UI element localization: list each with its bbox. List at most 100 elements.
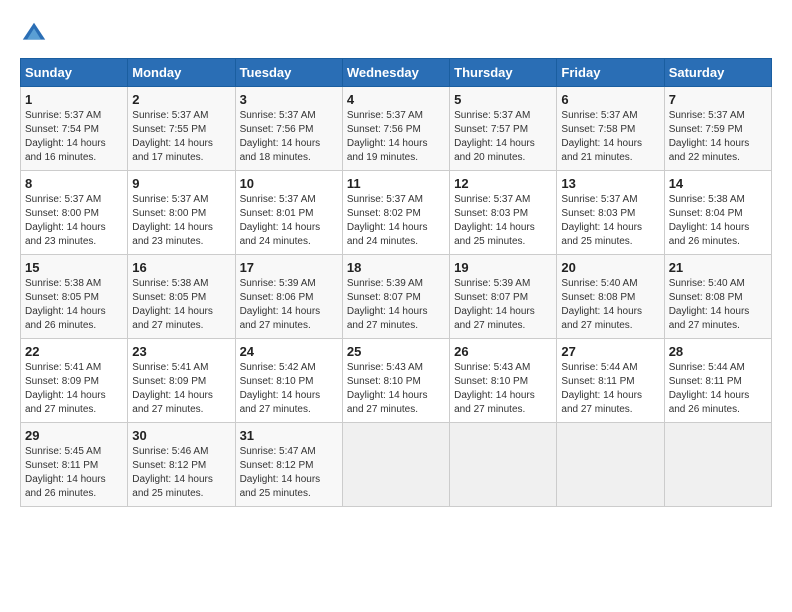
day-cell: 12 Sunrise: 5:37 AM Sunset: 8:03 PM Dayli… [450, 171, 557, 255]
day-cell: 3 Sunrise: 5:37 AM Sunset: 7:56 PM Daylig… [235, 87, 342, 171]
day-number: 23 [132, 344, 230, 359]
day-number: 26 [454, 344, 552, 359]
header-cell-thursday: Thursday [450, 59, 557, 87]
day-cell: 22Sunrise: 5:41 AM Sunset: 8:09 PM Dayli… [21, 339, 128, 423]
week-row-1: 1Sunrise: 5:37 AM Sunset: 7:54 PM Daylig… [21, 87, 772, 171]
day-number: 17 [240, 260, 338, 275]
day-cell: 24Sunrise: 5:42 AM Sunset: 8:10 PM Dayli… [235, 339, 342, 423]
week-row-2: 8 Sunrise: 5:37 AM Sunset: 8:00 PM Daylig… [21, 171, 772, 255]
day-info: Sunrise: 5:39 AM Sunset: 8:07 PM Dayligh… [347, 277, 445, 333]
logo [20, 20, 52, 48]
day-cell: 23Sunrise: 5:41 AM Sunset: 8:09 PM Dayli… [128, 339, 235, 423]
day-info: Sunrise: 5:37 AM Sunset: 7:56 PM Dayligh… [347, 109, 445, 165]
header-cell-monday: Monday [128, 59, 235, 87]
day-number: 28 [669, 344, 767, 359]
day-info: Sunrise: 5:37 AM Sunset: 7:56 PM Dayligh… [240, 109, 338, 165]
day-cell: 1Sunrise: 5:37 AM Sunset: 7:54 PM Daylig… [21, 87, 128, 171]
day-cell: 10Sunrise: 5:37 AM Sunset: 8:01 PM Dayli… [235, 171, 342, 255]
day-cell: 13 Sunrise: 5:37 AM Sunset: 8:03 PM Dayli… [557, 171, 664, 255]
day-number: 5 [454, 92, 552, 107]
day-cell: 14 Sunrise: 5:38 AM Sunset: 8:04 PM Dayli… [664, 171, 771, 255]
week-row-3: 15 Sunrise: 5:38 AM Sunset: 8:05 PM Dayli… [21, 255, 772, 339]
day-info: Sunrise: 5:38 AM Sunset: 8:05 PM Dayligh… [25, 277, 123, 333]
day-number: 21 [669, 260, 767, 275]
page-header [20, 20, 772, 48]
day-number: 3 [240, 92, 338, 107]
day-cell: 20 Sunrise: 5:40 AM Sunset: 8:08 PM Dayli… [557, 255, 664, 339]
day-info: Sunrise: 5:45 AM Sunset: 8:11 PM Dayligh… [25, 445, 123, 501]
week-row-4: 22Sunrise: 5:41 AM Sunset: 8:09 PM Dayli… [21, 339, 772, 423]
day-info: Sunrise: 5:38 AM Sunset: 8:05 PM Dayligh… [132, 277, 230, 333]
day-info: Sunrise: 5:41 AM Sunset: 8:09 PM Dayligh… [25, 361, 123, 417]
header-cell-sunday: Sunday [21, 59, 128, 87]
day-number: 8 [25, 176, 123, 191]
day-info: Sunrise: 5:43 AM Sunset: 8:10 PM Dayligh… [347, 361, 445, 417]
day-info: Sunrise: 5:37 AM Sunset: 8:00 PM Dayligh… [132, 193, 230, 249]
day-info: Sunrise: 5:37 AM Sunset: 8:02 PM Dayligh… [347, 193, 445, 249]
day-info: Sunrise: 5:39 AM Sunset: 8:07 PM Dayligh… [454, 277, 552, 333]
day-number: 7 [669, 92, 767, 107]
day-cell: 19 Sunrise: 5:39 AM Sunset: 8:07 PM Dayli… [450, 255, 557, 339]
day-info: Sunrise: 5:40 AM Sunset: 8:08 PM Dayligh… [669, 277, 767, 333]
day-number: 6 [561, 92, 659, 107]
day-cell: 25Sunrise: 5:43 AM Sunset: 8:10 PM Dayli… [342, 339, 449, 423]
day-number: 29 [25, 428, 123, 443]
logo-icon [20, 20, 48, 48]
day-info: Sunrise: 5:46 AM Sunset: 8:12 PM Dayligh… [132, 445, 230, 501]
day-number: 20 [561, 260, 659, 275]
day-cell: 5 Sunrise: 5:37 AM Sunset: 7:57 PM Daylig… [450, 87, 557, 171]
day-number: 12 [454, 176, 552, 191]
day-number: 18 [347, 260, 445, 275]
day-cell: 16 Sunrise: 5:38 AM Sunset: 8:05 PM Dayli… [128, 255, 235, 339]
day-cell [557, 423, 664, 507]
day-cell: 7 Sunrise: 5:37 AM Sunset: 7:59 PM Daylig… [664, 87, 771, 171]
calendar-table: SundayMondayTuesdayWednesdayThursdayFrid… [20, 58, 772, 507]
day-info: Sunrise: 5:40 AM Sunset: 8:08 PM Dayligh… [561, 277, 659, 333]
day-info: Sunrise: 5:42 AM Sunset: 8:10 PM Dayligh… [240, 361, 338, 417]
day-number: 31 [240, 428, 338, 443]
day-number: 19 [454, 260, 552, 275]
day-cell: 8 Sunrise: 5:37 AM Sunset: 8:00 PM Daylig… [21, 171, 128, 255]
day-info: Sunrise: 5:37 AM Sunset: 8:03 PM Dayligh… [454, 193, 552, 249]
day-cell: 31 Sunrise: 5:47 AM Sunset: 8:12 PM Dayli… [235, 423, 342, 507]
day-info: Sunrise: 5:44 AM Sunset: 8:11 PM Dayligh… [561, 361, 659, 417]
day-number: 14 [669, 176, 767, 191]
day-cell: 27 Sunrise: 5:44 AM Sunset: 8:11 PM Dayli… [557, 339, 664, 423]
day-number: 2 [132, 92, 230, 107]
day-number: 1 [25, 92, 123, 107]
header-cell-saturday: Saturday [664, 59, 771, 87]
day-info: Sunrise: 5:43 AM Sunset: 8:10 PM Dayligh… [454, 361, 552, 417]
day-cell [664, 423, 771, 507]
day-cell: 28 Sunrise: 5:44 AM Sunset: 8:11 PM Dayli… [664, 339, 771, 423]
day-cell: 30 Sunrise: 5:46 AM Sunset: 8:12 PM Dayli… [128, 423, 235, 507]
day-info: Sunrise: 5:37 AM Sunset: 7:57 PM Dayligh… [454, 109, 552, 165]
day-number: 10 [240, 176, 338, 191]
day-cell: 15 Sunrise: 5:38 AM Sunset: 8:05 PM Dayli… [21, 255, 128, 339]
header-row: SundayMondayTuesdayWednesdayThursdayFrid… [21, 59, 772, 87]
day-number: 16 [132, 260, 230, 275]
day-number: 27 [561, 344, 659, 359]
day-info: Sunrise: 5:38 AM Sunset: 8:04 PM Dayligh… [669, 193, 767, 249]
day-info: Sunrise: 5:37 AM Sunset: 7:58 PM Dayligh… [561, 109, 659, 165]
day-info: Sunrise: 5:37 AM Sunset: 7:59 PM Dayligh… [669, 109, 767, 165]
day-info: Sunrise: 5:47 AM Sunset: 8:12 PM Dayligh… [240, 445, 338, 501]
day-number: 9 [132, 176, 230, 191]
day-cell [342, 423, 449, 507]
day-cell: 11Sunrise: 5:37 AM Sunset: 8:02 PM Dayli… [342, 171, 449, 255]
day-info: Sunrise: 5:39 AM Sunset: 8:06 PM Dayligh… [240, 277, 338, 333]
header-cell-wednesday: Wednesday [342, 59, 449, 87]
day-cell: 2Sunrise: 5:37 AM Sunset: 7:55 PM Daylig… [128, 87, 235, 171]
day-cell: 9 Sunrise: 5:37 AM Sunset: 8:00 PM Daylig… [128, 171, 235, 255]
day-info: Sunrise: 5:37 AM Sunset: 8:00 PM Dayligh… [25, 193, 123, 249]
day-number: 13 [561, 176, 659, 191]
day-cell: 17 Sunrise: 5:39 AM Sunset: 8:06 PM Dayli… [235, 255, 342, 339]
day-cell: 26 Sunrise: 5:43 AM Sunset: 8:10 PM Dayli… [450, 339, 557, 423]
day-number: 4 [347, 92, 445, 107]
day-info: Sunrise: 5:44 AM Sunset: 8:11 PM Dayligh… [669, 361, 767, 417]
week-row-5: 29 Sunrise: 5:45 AM Sunset: 8:11 PM Dayli… [21, 423, 772, 507]
day-info: Sunrise: 5:37 AM Sunset: 8:03 PM Dayligh… [561, 193, 659, 249]
day-cell [450, 423, 557, 507]
day-number: 15 [25, 260, 123, 275]
day-number: 30 [132, 428, 230, 443]
day-cell: 18 Sunrise: 5:39 AM Sunset: 8:07 PM Dayli… [342, 255, 449, 339]
